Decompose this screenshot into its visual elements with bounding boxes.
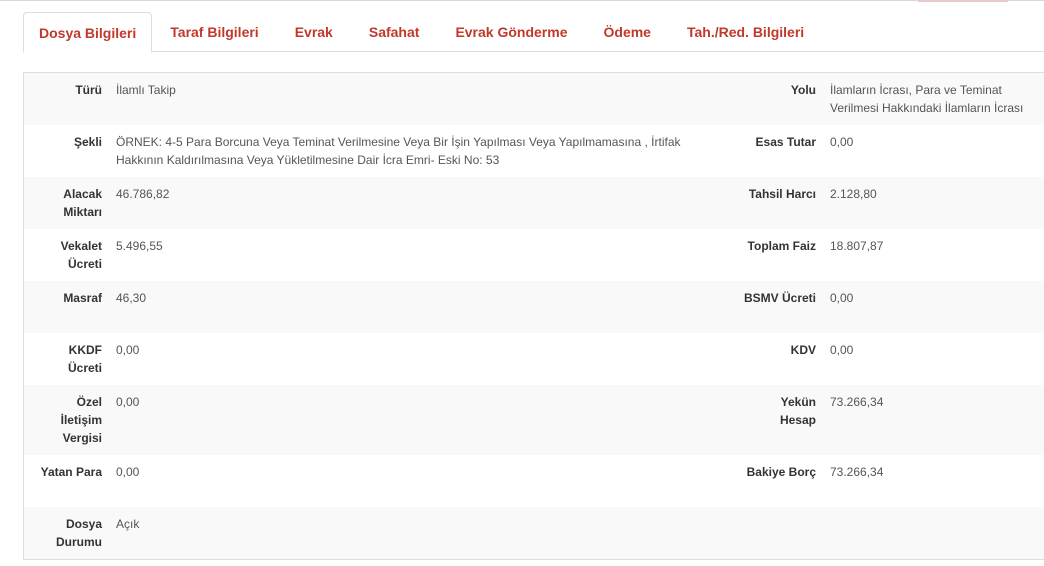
tab-odeme[interactable]: Ödeme bbox=[586, 12, 669, 52]
field-value-alacak-miktari: 46.786,82 bbox=[109, 177, 734, 229]
top-accent-line bbox=[918, 0, 1008, 2]
field-value-esas-tutar: 0,00 bbox=[823, 125, 1044, 177]
info-row-masraf: Masraf 46,30 BSMV Ücreti 0,00 bbox=[24, 281, 1044, 333]
field-label-toplam-faiz: Toplam Faiz bbox=[734, 229, 823, 281]
info-row-alacak-miktari: Alacak Miktarı 46.786,82 Tahsil Harcı 2.… bbox=[24, 177, 1044, 229]
field-value-yatan-para: 0,00 bbox=[109, 455, 734, 507]
field-label-esas-tutar: Esas Tutar bbox=[734, 125, 823, 177]
field-value-bsmv-ucreti: 0,00 bbox=[823, 281, 1044, 333]
field-label-kdv: KDV bbox=[734, 333, 823, 385]
field-value-toplam-faiz: 18.807,87 bbox=[823, 229, 1044, 281]
field-label-yatan-para: Yatan Para bbox=[24, 455, 109, 507]
info-row-sekli: Şekli ÖRNEK: 4-5 Para Borcuna Veya Temin… bbox=[24, 125, 1044, 177]
field-label-empty bbox=[734, 507, 823, 559]
field-label-sekli: Şekli bbox=[24, 125, 109, 177]
field-label-masraf: Masraf bbox=[24, 281, 109, 333]
top-border-line bbox=[0, 0, 1044, 1]
field-value-yolu: İlamların İcrası, Para ve Teminat Verilm… bbox=[823, 73, 1044, 125]
tab-safahat[interactable]: Safahat bbox=[351, 12, 438, 52]
field-label-kkdf-ucreti: KKDF Ücreti bbox=[24, 333, 109, 385]
field-value-kdv: 0,00 bbox=[823, 333, 1044, 385]
info-row-kkdf-ucreti: KKDF Ücreti 0,00 KDV 0,00 bbox=[24, 333, 1044, 385]
field-label-bakiye-borc: Bakiye Borç bbox=[734, 455, 823, 507]
info-row-yatan-para: Yatan Para 0,00 Bakiye Borç 73.266,34 bbox=[24, 455, 1044, 507]
tab-tah-red-bilgileri[interactable]: Tah./Red. Bilgileri bbox=[669, 12, 822, 52]
field-value-dosya-durumu: Açık bbox=[109, 507, 734, 559]
field-label-dosya-durumu: Dosya Durumu bbox=[24, 507, 109, 559]
field-value-vekalet-ucreti: 5.496,55 bbox=[109, 229, 734, 281]
field-value-empty bbox=[823, 507, 1044, 559]
field-label-alacak-miktari: Alacak Miktarı bbox=[24, 177, 109, 229]
field-value-kkdf-ucreti: 0,00 bbox=[109, 333, 734, 385]
file-tabs: Dosya Bilgileri Taraf Bilgileri Evrak Sa… bbox=[23, 12, 1044, 53]
info-row-vekalet-ucreti: Vekalet Ücreti 5.496,55 Toplam Faiz 18.8… bbox=[24, 229, 1044, 281]
field-value-bakiye-borc: 73.266,34 bbox=[823, 455, 1044, 507]
field-value-ozel-iletisim-vergisi: 0,00 bbox=[109, 385, 734, 455]
file-info-table: Türü İlamlı Takip Yolu İlamların İcrası,… bbox=[24, 73, 1044, 559]
info-row-dosya-durumu: Dosya Durumu Açık bbox=[24, 507, 1044, 559]
field-label-turu: Türü bbox=[24, 73, 109, 125]
info-row-turu: Türü İlamlı Takip Yolu İlamların İcrası,… bbox=[24, 73, 1044, 125]
field-value-yekun-hesap: 73.266,34 bbox=[823, 385, 1044, 455]
tab-dosya-bilgileri[interactable]: Dosya Bilgileri bbox=[23, 12, 153, 53]
field-value-turu: İlamlı Takip bbox=[109, 73, 734, 125]
tab-evrak-gonderme[interactable]: Evrak Gönderme bbox=[437, 12, 585, 52]
field-value-masraf: 46,30 bbox=[109, 281, 734, 333]
field-label-tahsil-harci: Tahsil Harcı bbox=[734, 177, 823, 229]
field-label-yekun-hesap: Yekün Hesap bbox=[734, 385, 823, 455]
field-value-tahsil-harci: 2.128,80 bbox=[823, 177, 1044, 229]
file-info-panel: Türü İlamlı Takip Yolu İlamların İcrası,… bbox=[23, 72, 1044, 560]
field-label-yolu: Yolu bbox=[734, 73, 823, 125]
field-label-ozel-iletisim-vergisi: Özel İletişim Vergisi bbox=[24, 385, 109, 455]
tab-evrak[interactable]: Evrak bbox=[277, 12, 351, 52]
info-row-ozel-iletisim-vergisi: Özel İletişim Vergisi 0,00 Yekün Hesap 7… bbox=[24, 385, 1044, 455]
field-label-vekalet-ucreti: Vekalet Ücreti bbox=[24, 229, 109, 281]
field-label-bsmv-ucreti: BSMV Ücreti bbox=[734, 281, 823, 333]
tab-taraf-bilgileri[interactable]: Taraf Bilgileri bbox=[152, 12, 276, 52]
field-value-sekli: ÖRNEK: 4-5 Para Borcuna Veya Teminat Ver… bbox=[109, 125, 734, 177]
